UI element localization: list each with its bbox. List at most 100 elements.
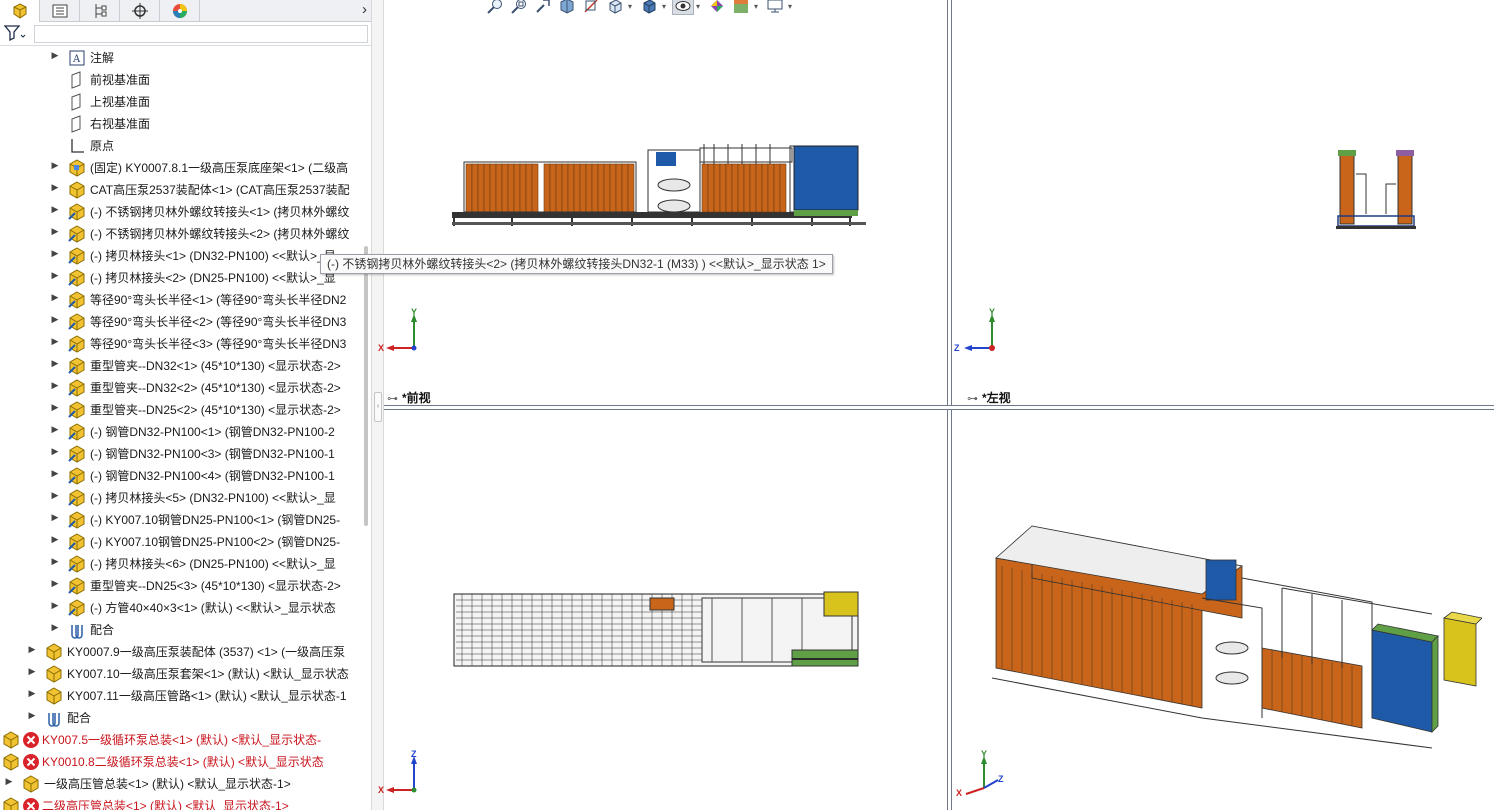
tree-item[interactable]: ▶ (-) 钢管DN32-PN100<1> (钢管DN32-PN100-2 [0, 421, 360, 443]
tree-item[interactable]: ▶ KY007.10一级高压泵套架<1> (默认) <默认_显示状态 [0, 663, 360, 685]
expand-arrow-icon[interactable]: ▶ [50, 270, 60, 281]
left-view-model[interactable] [1336, 144, 1418, 230]
tree-item[interactable]: 右视基准面 [0, 113, 360, 135]
tree-item[interactable]: ▶ 重型管夹--DN25<2> (45*10*130) <显示状态-2> [0, 399, 360, 421]
tree-item[interactable]: ▶ 等径90°弯头长半径<1> (等径90°弯头长半径DN2 [0, 289, 360, 311]
top-view-pane[interactable]: Z X [378, 410, 947, 810]
tree-item[interactable]: ▶KY007.5一级循环泵总装<1> (默认) <默认_显示状态- [0, 729, 360, 751]
expand-arrow-icon[interactable]: ▶ [50, 248, 60, 259]
front-view-model[interactable] [452, 140, 872, 230]
scrollbar-thumb[interactable] [364, 246, 368, 526]
expand-arrow-icon[interactable]: ▶ [50, 358, 60, 369]
tree-item[interactable]: ▶ KY007.11一级高压管路<1> (默认) <默认_显示状态-1 [0, 685, 360, 707]
expand-arrow-icon[interactable]: ▶ [50, 204, 60, 215]
expand-arrow-icon[interactable]: ▶ [27, 710, 37, 721]
expand-arrow-icon[interactable]: ▶ [50, 424, 60, 435]
filter-input[interactable] [34, 25, 368, 43]
tree-item[interactable]: ▶ (-) 钢管DN32-PN100<4> (钢管DN32-PN100-1 [0, 465, 360, 487]
expand-arrow-icon[interactable]: ▶ [50, 402, 60, 413]
top-view-model[interactable] [452, 588, 872, 672]
error-icon[interactable] [22, 731, 40, 749]
tree-item[interactable]: 原点 [0, 135, 360, 157]
expand-arrow-icon[interactable]: ▶ [50, 292, 60, 303]
plane-icon [68, 115, 86, 133]
expand-arrow-icon[interactable]: ▶ [50, 182, 60, 193]
tree-item[interactable]: ▶ 等径90°弯头长半径<2> (等径90°弯头长半径DN3 [0, 311, 360, 333]
expand-arrow-icon[interactable]: ▶ [50, 336, 60, 347]
tree-item[interactable]: ▶ 重型管夹--DN32<1> (45*10*130) <显示状态-2> [0, 355, 360, 377]
tree-item[interactable]: ▶ (-) 钢管DN32-PN100<3> (钢管DN32-PN100-1 [0, 443, 360, 465]
tree-item[interactable]: ▶KY0010.8二级循环泵总装<1> (默认) <默认_显示状态 [0, 751, 360, 773]
tree-item[interactable]: ▶ (-) KY007.10钢管DN25-PN100<2> (钢管DN25- [0, 531, 360, 553]
expand-arrow-icon[interactable]: ▶ [4, 776, 14, 787]
tree-item[interactable]: ▶ (-) KY007.10钢管DN25-PN100<1> (钢管DN25- [0, 509, 360, 531]
tree-item-label: (-) 拷贝林接头<6> (DN25-PN100) <<默认>_显 [90, 557, 336, 571]
expand-arrow-icon[interactable]: ▶ [50, 534, 60, 545]
tree-item[interactable]: ▶二级高压管总装<1> (默认) <默认_显示状态-1> [0, 795, 360, 810]
expand-arrow-icon[interactable]: ▶ [27, 644, 37, 655]
tree-item-label: CAT高压泵2537装配体<1> (CAT高压泵2537装配 [90, 183, 350, 197]
tree-item[interactable]: ▶ (-) 不锈钢拷贝林外螺纹转接头<1> (拷贝林外螺纹 [0, 201, 360, 223]
expand-arrow-icon[interactable]: ▶ [50, 622, 60, 633]
tree-item[interactable]: ▶ (-) 拷贝林接头<2> (DN25-PN100) <<默认>_显 [0, 267, 360, 289]
left-view-label: ⊶ *左视 [967, 389, 1011, 406]
tree-item[interactable]: ▶ KY0007.9一级高压泵装配体 (3537) <1> (一级高压泵 [0, 641, 360, 663]
tree-item[interactable]: ▶ (固定) KY0007.8.1一级高压泵底座架<1> (二级高 [0, 157, 360, 179]
property-manager-icon [52, 4, 67, 18]
tree-item[interactable]: ▶ (-) 方管40×40×3<1> (默认) <<默认>_显示状态 [0, 597, 360, 619]
tree-item[interactable]: ▶ 配合 [0, 707, 360, 729]
chevron-right-icon[interactable]: › [362, 1, 367, 18]
expand-arrow-icon[interactable]: ▶ [50, 490, 60, 501]
tab-property-manager[interactable] [40, 0, 80, 22]
mates-icon [68, 621, 86, 639]
expand-arrow-icon[interactable]: ▶ [50, 446, 60, 457]
collapse-handle[interactable]: ‹ [374, 392, 382, 422]
plane-icon [68, 93, 86, 111]
tree-item[interactable]: ▶ CAT高压泵2537装配体<1> (CAT高压泵2537装配 [0, 179, 360, 201]
expand-arrow-icon[interactable]: ▶ [50, 512, 60, 523]
expand-arrow-icon[interactable]: ▶ [50, 314, 60, 325]
tree-item[interactable]: ▶ 重型管夹--DN25<3> (45*10*130) <显示状态-2> [0, 575, 360, 597]
graphics-area[interactable]: ▾ ▾ ▾ ▾ ▾ Y X ⊶ *前视 Y Z ⊶ *左视 Z X Y X Z … [320, 0, 1494, 810]
link-views-icon[interactable]: ⊶ [387, 393, 398, 405]
expand-arrow-icon[interactable]: ▶ [50, 50, 60, 61]
expand-arrow-icon[interactable]: ▶ [50, 226, 60, 237]
tree-scrollbar[interactable] [362, 46, 370, 810]
isometric-view-model[interactable] [992, 518, 1482, 758]
tab-feature-manager[interactable] [0, 0, 40, 22]
tree-item[interactable]: ▶ (-) 拷贝林接头<5> (DN32-PN100) <<默认>_显 [0, 487, 360, 509]
link-views-icon[interactable]: ⊶ [967, 393, 978, 405]
tree-item[interactable]: ▶ (-) 不锈钢拷贝林外螺纹转接头<2> (拷贝林外螺纹 [0, 223, 360, 245]
tree-item[interactable]: ▶ (-) 拷贝林接头<6> (DN25-PN100) <<默认>_显 [0, 553, 360, 575]
expand-arrow-icon[interactable]: ▶ [50, 160, 60, 171]
front-view-pane[interactable]: Y X ⊶ *前视 [378, 0, 947, 405]
display-manager-icon [172, 4, 187, 18]
tree-item[interactable]: 前视基准面 [0, 69, 360, 91]
tree-item[interactable]: ▶ A 注解 [0, 47, 360, 69]
isometric-view-pane[interactable]: Y X Z [952, 410, 1494, 810]
tree-item[interactable]: ▶ 等径90°弯头长半径<3> (等径90°弯头长半径DN3 [0, 333, 360, 355]
expand-arrow-icon[interactable]: ▶ [50, 556, 60, 567]
panel-splitter[interactable]: ‹ [371, 0, 384, 810]
expand-arrow-icon[interactable]: ▶ [50, 380, 60, 391]
error-icon[interactable] [22, 753, 40, 771]
tree-item[interactable]: ▶ 重型管夹--DN32<2> (45*10*130) <显示状态-2> [0, 377, 360, 399]
expand-arrow-icon[interactable]: ▶ [27, 688, 37, 699]
tab-dimxpert[interactable] [120, 0, 160, 22]
filter-icon[interactable] [3, 25, 26, 44]
expand-arrow-icon[interactable]: ▶ [27, 666, 37, 677]
tree-item[interactable]: 上视基准面 [0, 91, 360, 113]
left-view-pane[interactable]: Y Z ⊶ *左视 [952, 0, 1494, 405]
tab-display-manager[interactable] [160, 0, 200, 22]
tree-item[interactable]: ▶ (-) 拷贝林接头<1> (DN32-PN100) <<默认>_显 [0, 245, 360, 267]
filter-bar [0, 22, 371, 46]
mates-icon [45, 709, 63, 727]
tree-item[interactable]: ▶ 配合 [0, 619, 360, 641]
expand-arrow-icon[interactable]: ▶ [50, 468, 60, 479]
part-edit-icon [68, 401, 86, 419]
tree-item[interactable]: ▶ 一级高压管总装<1> (默认) <默认_显示状态-1> [0, 773, 360, 795]
expand-arrow-icon[interactable]: ▶ [50, 578, 60, 589]
error-icon[interactable] [22, 797, 40, 810]
tab-configuration-manager[interactable] [80, 0, 120, 22]
expand-arrow-icon[interactable]: ▶ [50, 600, 60, 611]
